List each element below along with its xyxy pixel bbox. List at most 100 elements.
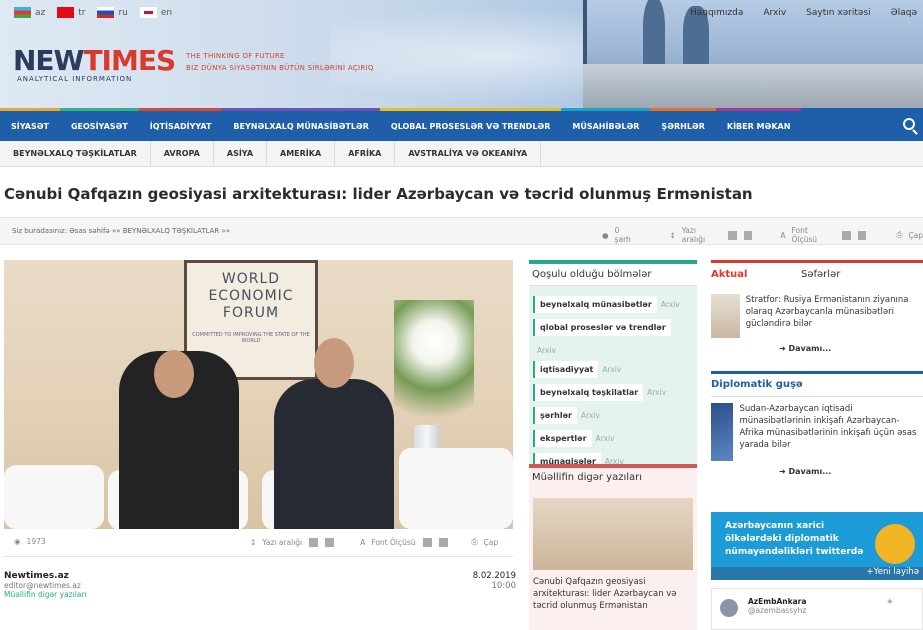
nav-item-1[interactable]: GEOSİYASƏT [59, 108, 139, 141]
russia-flag-icon [97, 7, 115, 18]
read-more-link[interactable]: ➜ Davamı... [779, 344, 923, 353]
archive-link[interactable]: Arxiv [596, 434, 615, 443]
font-size-label: Font Ölçüsü [791, 226, 818, 244]
spacing-label: Yazı aralığı [681, 226, 706, 244]
article-title: Cənubi Qafqazın geosiyasi arxitekturası:… [4, 185, 753, 203]
sections-box: Qoşulu olduğu bölmələr beynəlxalq münasi… [529, 260, 697, 476]
right-sidebar: Aktual Səfərlər Stratfor: Rusiya Ermənist… [711, 260, 923, 476]
comment-icon: ● [602, 230, 609, 240]
section-tag[interactable]: iqtisadiyyat [533, 361, 599, 378]
new-project-link[interactable]: +Yeni layihə [711, 567, 923, 580]
site-logo[interactable]: NEWTIMES [13, 44, 176, 77]
tab-actual[interactable]: Aktual [711, 263, 801, 288]
article-tools: ● 0 şərh ↕ Yazı aralığı A Font Ölçüsü ⎙ Çap [602, 226, 923, 244]
spacing-plus-button[interactable] [309, 537, 319, 547]
site-header: az tr ru en Haqqımızda Arxiv Saytın xəri… [0, 0, 923, 108]
main-nav: SİYASƏT GEOSİYASƏT İQTİSADİYYAT BEYNƏLXALQ … [0, 108, 923, 141]
turkey-flag-icon [57, 7, 75, 18]
section-tag[interactable]: ekspertlər [533, 430, 592, 447]
archive-link[interactable]: Arxiv [537, 346, 556, 355]
share-icon [875, 524, 915, 564]
subnav-item-0[interactable]: BEYNƏLXALQ TƏŞKİLATLAR [0, 140, 151, 167]
article-meta: Newtimes.az editor@newtimes.az Müəllifin… [4, 571, 516, 599]
email[interactable]: editor@newtimes.az [4, 581, 516, 590]
sub-nav: BEYNƏLXALQ TƏŞKİLATLAR AVROPA ASİYA AMERİKA… [0, 140, 923, 167]
font-minus-button[interactable] [438, 537, 448, 547]
font-plus-button[interactable] [841, 230, 851, 240]
comment-count[interactable]: 0 şərh [615, 226, 638, 244]
lang-ru[interactable]: ru [97, 7, 128, 18]
print-button[interactable]: Çap [908, 231, 923, 240]
top-links: Haqqımızda Arxiv Saytın xəritəsi Əlaqə [690, 8, 917, 18]
view-count: 1973 [26, 537, 46, 546]
news-text[interactable]: Stratfor: Rusiya Ermənistanın ziyanına o… [746, 294, 923, 338]
subnav-item-1[interactable]: AVROPA [151, 140, 214, 167]
article-photo: WORLD ECONOMIC FORUM COMMITTED TO IMPROVIN… [4, 260, 513, 529]
nav-item-4[interactable]: QLOBAL PROSESLƏR VƏ TRENDLƏR [379, 108, 562, 141]
link-about[interactable]: Haqqımızda [690, 8, 743, 18]
view-stats: ◉ 1973 [14, 537, 46, 546]
tweet-card: AzEmbAnkara @azembassyhz ✦ [711, 588, 923, 630]
lang-az[interactable]: az [14, 7, 45, 18]
archive-link[interactable]: Arxiv [661, 300, 680, 309]
line-spacing-icon: ↕ [250, 537, 257, 547]
font-size-icon: A [780, 230, 786, 240]
tab-visits[interactable]: Səfərlər [801, 263, 840, 288]
print-icon: ⎙ [896, 230, 903, 239]
archive-link[interactable]: Arxiv [602, 365, 621, 374]
nav-item-3[interactable]: BEYNƏLXALQ MÜNASİBƏTLƏR [222, 108, 380, 141]
section-tag[interactable]: qlobal proseslər və trendlər [533, 319, 671, 336]
link-archive[interactable]: Arxiv [763, 8, 786, 18]
other-articles-box: Müəllifin digər yazıları Cənubi Qafqazın… [529, 464, 697, 630]
breadcrumb-bar: Siz buradasınız: Əsas səhifə »» BEYNƏLXA… [0, 217, 923, 245]
article-time: 10:00 [491, 581, 517, 591]
search-icon[interactable] [903, 118, 915, 130]
spacing-minus-button[interactable] [743, 230, 753, 240]
news-thumb [711, 294, 740, 338]
uk-flag-icon [139, 7, 157, 18]
section-tag[interactable]: beynəlxalq təşkilatlar [533, 384, 644, 401]
subnav-item-2[interactable]: ASİYA [214, 140, 268, 167]
azerbaijan-flag-icon [14, 7, 31, 18]
archive-link[interactable]: Arxiv [647, 388, 666, 397]
logo-subtitle: ANALYTICAL INFORMATION [17, 75, 133, 83]
link-sitemap[interactable]: Saytın xəritəsi [806, 8, 870, 18]
subnav-item-4[interactable]: AFRİKA [335, 140, 396, 167]
spacing-minus-button[interactable] [325, 537, 335, 547]
twitter-bird-icon: ✦ [885, 597, 894, 608]
source: Newtimes.az [4, 571, 69, 581]
font-plus-button[interactable] [422, 537, 432, 547]
nav-item-5[interactable]: MÜSAHİBƏLƏR [561, 108, 651, 141]
sections-title: Qoşulu olduğu bölmələr [529, 260, 697, 286]
line-spacing-icon: ↕ [669, 230, 676, 240]
nav-item-6[interactable]: ŞƏRHLƏR [650, 108, 716, 141]
news-text[interactable]: Sudan-Azərbaycan iqtisadi münasibətlərin… [739, 403, 923, 461]
nav-item-2[interactable]: İQTİSADİYYAT [138, 108, 223, 141]
section-tag[interactable]: beynəlxalq münasibətlər [533, 296, 657, 313]
print-button[interactable]: Çap [484, 538, 499, 547]
other-article-link[interactable]: Cənubi Qafqazın geosiyasi arxitekturası:… [529, 570, 697, 618]
photo-toolbar: ◉ 1973 ↕ Yazı aralığı A Font Ölçüsü ⎙ Çap [4, 529, 513, 557]
lang-en[interactable]: en [139, 7, 172, 18]
subnav-item-3[interactable]: AMERİKA [267, 140, 336, 167]
author-link[interactable]: Müəllifin digər yazıları [4, 590, 516, 599]
print-icon: ⎙ [471, 537, 478, 546]
section-tag[interactable]: şərhlər [533, 407, 577, 424]
breadcrumb[interactable]: Siz buradasınız: Əsas səhifə »» BEYNƏLXA… [12, 227, 230, 235]
tagline: THE THINKING OF FUTURE BİZ DÜNYA SİYASƏTİ… [186, 52, 374, 72]
nav-item-0[interactable]: SİYASƏT [0, 108, 60, 141]
news-item[interactable]: Stratfor: Rusiya Ermənistanın ziyanına o… [711, 294, 923, 338]
avatar [720, 599, 738, 617]
other-article-thumb[interactable] [533, 498, 693, 570]
font-minus-button[interactable] [857, 230, 867, 240]
news-item[interactable]: Sudan-Azərbaycan iqtisadi münasibətlərin… [711, 403, 923, 461]
link-contact[interactable]: Əlaqə [891, 8, 917, 18]
subnav-item-5[interactable]: AVSTRALİYA VƏ OKEANİYA [395, 140, 542, 167]
spacing-plus-button[interactable] [727, 230, 737, 240]
read-more-link[interactable]: ➜ Davamı... [779, 467, 923, 476]
diplomatic-corner-title: Diplomatik guşə [711, 371, 923, 397]
archive-link[interactable]: Arxiv [581, 411, 600, 420]
article-date: 8.02.2019 [472, 571, 516, 581]
nav-item-7[interactable]: KİBER MƏKAN [715, 108, 802, 141]
lang-tr[interactable]: tr [57, 7, 85, 18]
